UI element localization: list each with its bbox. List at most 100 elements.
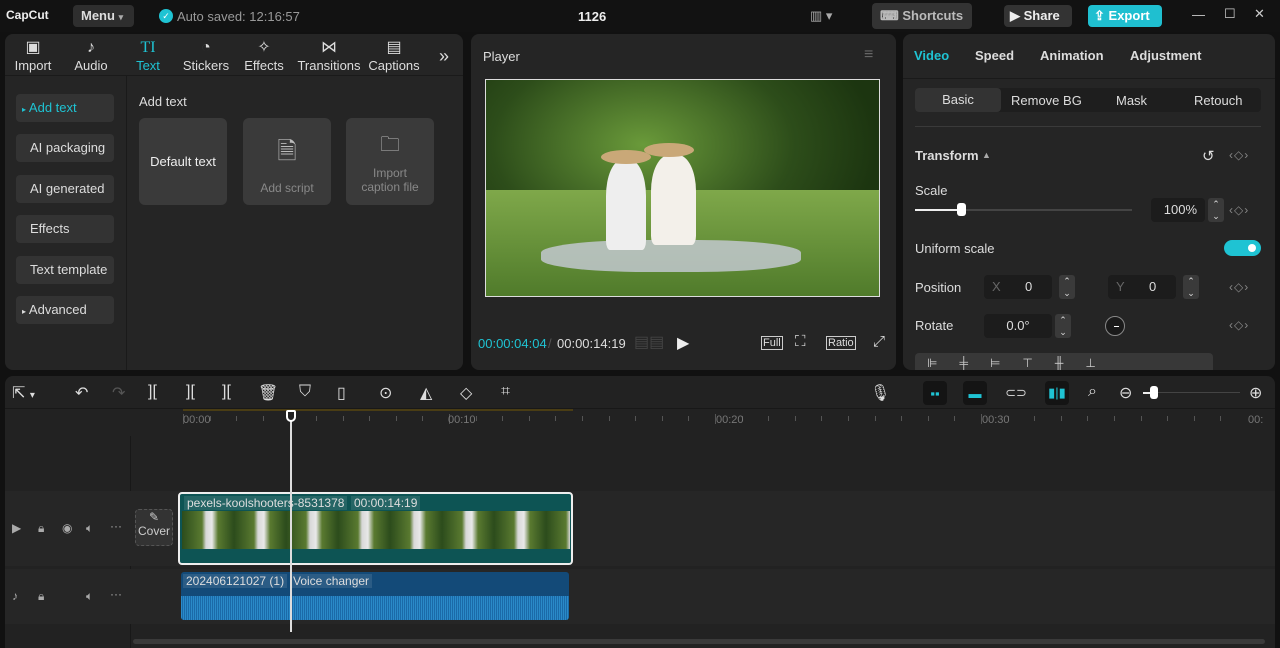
- tab-stickers[interactable]: ◔ Stickers: [178, 38, 234, 73]
- link-icon[interactable]: ⊂⊃: [1004, 381, 1028, 405]
- keyframe-icon[interactable]: ‹◇›: [1229, 203, 1249, 217]
- tab-speed[interactable]: Speed: [975, 48, 1014, 63]
- play-icon[interactable]: ▶: [677, 333, 689, 353]
- microphone-icon[interactable]: 🎙: [870, 383, 890, 403]
- reset-icon[interactable]: ↺: [1202, 147, 1215, 165]
- auto-snap-icon[interactable]: ▬: [963, 381, 987, 405]
- uniform-scale-toggle[interactable]: [1224, 240, 1261, 256]
- ruler-tick: [262, 416, 264, 421]
- subtab-mask[interactable]: Mask: [1116, 93, 1147, 108]
- tab-video[interactable]: Video: [914, 48, 949, 63]
- trim-right-icon[interactable]: ][: [222, 383, 231, 401]
- playhead[interactable]: [286, 410, 296, 632]
- tab-animation[interactable]: Animation: [1040, 48, 1104, 63]
- tab-captions[interactable]: ▤ Captions: [366, 38, 422, 73]
- split-icon[interactable]: ][: [148, 383, 157, 401]
- menu-icon[interactable]: ≡: [864, 46, 873, 64]
- close-icon[interactable]: ✕: [1254, 6, 1265, 22]
- sidebar-item-advanced[interactable]: ▸ Advanced: [16, 296, 114, 324]
- subtab-retouch[interactable]: Retouch: [1194, 93, 1242, 108]
- tab-adjustment[interactable]: Adjustment: [1130, 48, 1202, 63]
- more-icon[interactable]: ···: [110, 519, 122, 533]
- minimize-icon[interactable]: —: [1192, 7, 1205, 22]
- position-x-stepper[interactable]: ⌃ ⌄: [1059, 275, 1075, 299]
- subtab-remove-bg[interactable]: Remove BG: [1011, 93, 1082, 108]
- playhead-handle[interactable]: [286, 410, 296, 422]
- full-button[interactable]: Full: [761, 336, 783, 350]
- trim-left-icon[interactable]: ][: [186, 383, 195, 401]
- main-track-magnet-icon[interactable]: ▪▪: [923, 381, 947, 405]
- position-y-input[interactable]: Y0: [1108, 275, 1176, 299]
- menu-button[interactable]: Menu ▾: [73, 5, 134, 27]
- more-icon[interactable]: ···: [110, 587, 122, 601]
- redo-icon[interactable]: ↷: [112, 383, 125, 403]
- rotate-dial[interactable]: [1105, 316, 1125, 336]
- freeze-icon[interactable]: ▯: [337, 383, 346, 403]
- slider-handle[interactable]: [956, 203, 966, 216]
- transform-heading[interactable]: Transform: [915, 148, 979, 163]
- horizontal-scrollbar[interactable]: [133, 639, 1265, 644]
- sidebar-item-ai-generated[interactable]: AI generated: [16, 175, 114, 203]
- scale-slider[interactable]: [915, 203, 1132, 216]
- scale-input[interactable]: 100%: [1151, 198, 1205, 222]
- import-caption-card[interactable]: 🗀 Import caption file: [346, 118, 434, 205]
- maximize-icon[interactable]: ☐: [1224, 6, 1236, 22]
- subtab-basic[interactable]: Basic: [915, 88, 1001, 112]
- caret-up-icon[interactable]: ▲: [982, 150, 991, 160]
- tab-import[interactable]: ▣ Import: [5, 38, 61, 73]
- position-y-stepper[interactable]: ⌃ ⌄: [1183, 275, 1199, 299]
- export-button[interactable]: ⇪ Export: [1088, 5, 1162, 27]
- shortcuts-button[interactable]: ⌨ Shortcuts: [872, 3, 972, 29]
- share-button[interactable]: ▶ Share: [1004, 5, 1072, 27]
- preview-axis-icon[interactable]: ▮|▮: [1045, 381, 1069, 405]
- ratio-button[interactable]: Ratio: [826, 336, 856, 350]
- video-clip[interactable]: pexels-koolshooters-8531378 00:00:14:19: [178, 492, 573, 565]
- lock-icon[interactable]: 🔒︎: [38, 521, 44, 536]
- tab-effects[interactable]: ✧ Effects: [236, 38, 292, 73]
- keyframe-icon[interactable]: ‹◇›: [1229, 318, 1249, 332]
- position-x-input[interactable]: X0: [984, 275, 1052, 299]
- default-text-card[interactable]: Default text: [139, 118, 227, 205]
- tab-text[interactable]: TI Text: [120, 38, 176, 73]
- video-preview[interactable]: [485, 79, 880, 297]
- rotate-icon[interactable]: ◇: [460, 383, 472, 403]
- add-script-card[interactable]: 🗎 Add script: [243, 118, 331, 205]
- volume-icon[interactable]: 🔈︎: [86, 521, 93, 536]
- sidebar-item-text-template[interactable]: Text template: [16, 256, 114, 284]
- tab-audio[interactable]: ♪ Audio: [63, 38, 119, 73]
- zoom-in-icon[interactable]: ⊕: [1249, 383, 1262, 403]
- keyframe-icon[interactable]: ‹◇›: [1229, 148, 1249, 162]
- zoom-fit-icon[interactable]: ⛶: [795, 333, 806, 350]
- tab-label: Import: [14, 58, 52, 73]
- cover-button[interactable]: ✎ Cover: [135, 509, 173, 546]
- delete-icon[interactable]: 🗑: [258, 383, 278, 403]
- fullscreen-icon[interactable]: ⤢: [873, 333, 885, 350]
- sidebar-item-ai-packaging[interactable]: AI packaging: [16, 134, 114, 162]
- audio-clip[interactable]: 202406121027 (1) Voice changer: [181, 572, 569, 620]
- lock-icon[interactable]: 🔒︎: [38, 589, 44, 604]
- more-tabs-icon[interactable]: »: [439, 46, 449, 67]
- slider-handle[interactable]: [1150, 386, 1158, 399]
- crop-icon[interactable]: ⌗: [501, 383, 510, 401]
- zoom-out-icon[interactable]: ⊖: [1119, 383, 1132, 403]
- rotate-stepper[interactable]: ⌃ ⌄: [1055, 314, 1071, 338]
- layout-icon[interactable]: ▥ ▾: [810, 8, 832, 24]
- import-icon: ▣: [25, 39, 41, 56]
- align-toolbar[interactable]: ⊫╪⊨⊤╫⊥: [915, 353, 1213, 370]
- select-tool-icon[interactable]: ⇱ ▾: [12, 383, 35, 403]
- reverse-icon[interactable]: ⊙: [379, 383, 392, 403]
- mirror-icon[interactable]: ◭: [420, 383, 432, 403]
- eye-icon[interactable]: ◉: [62, 521, 72, 535]
- sidebar-item-add-text[interactable]: ▸ Add text: [16, 94, 114, 122]
- zoom-slider[interactable]: [1143, 386, 1240, 399]
- keyframe-icon[interactable]: ‹◇›: [1229, 280, 1249, 294]
- volume-icon[interactable]: 🔈︎: [86, 589, 93, 604]
- sidebar-item-effects[interactable]: Effects: [16, 215, 114, 243]
- align-icons[interactable]: ⊫╪⊨⊤╫⊥: [927, 356, 1118, 370]
- undo-icon[interactable]: ↶: [75, 383, 88, 403]
- tab-transitions[interactable]: ⋈ Transitions: [294, 38, 364, 73]
- marker-icon[interactable]: ⛉: [299, 383, 311, 401]
- zoom-to-fit-icon[interactable]: ⌕: [1088, 383, 1097, 401]
- rotate-input[interactable]: 0.0°: [984, 314, 1052, 338]
- scale-stepper[interactable]: ⌃ ⌄: [1208, 198, 1224, 222]
